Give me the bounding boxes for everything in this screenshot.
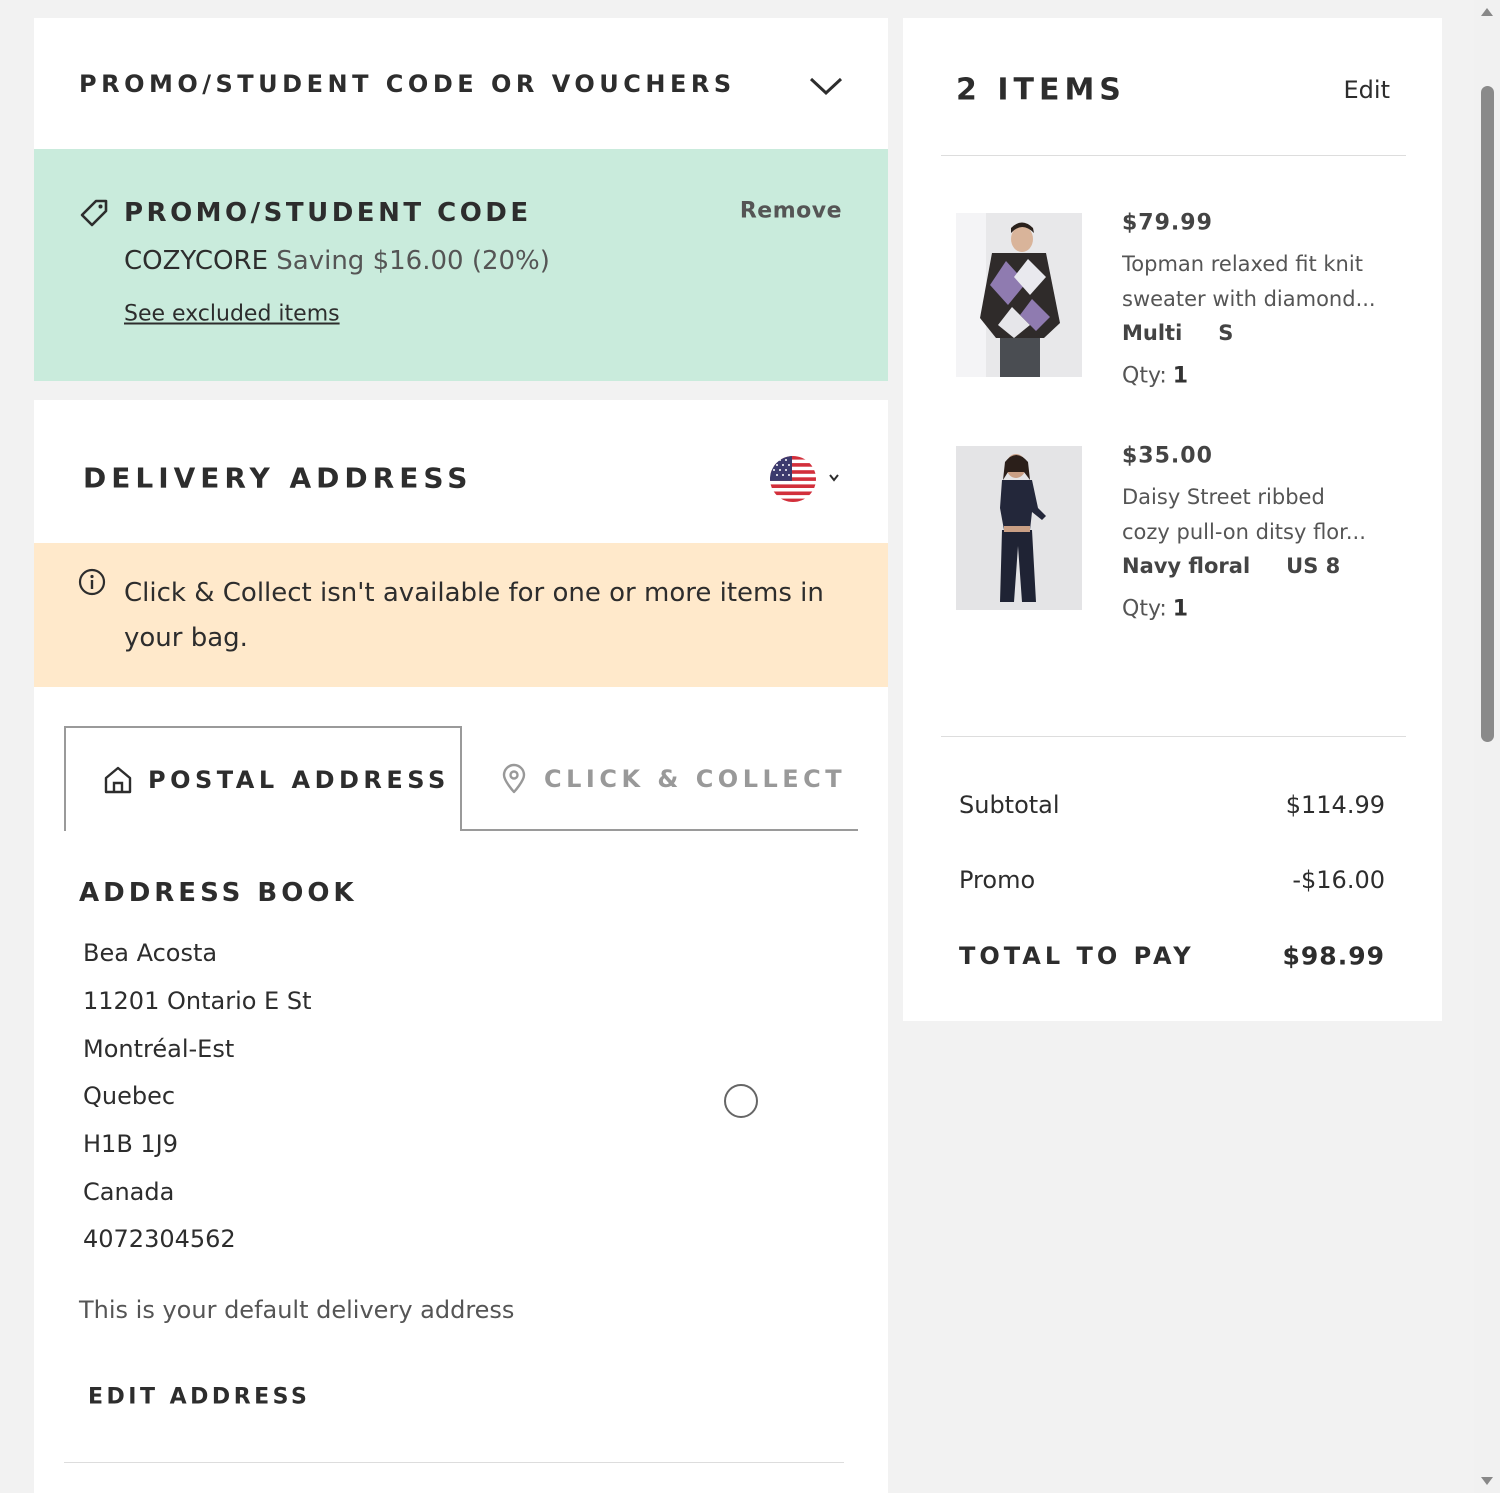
scroll-up-arrow-icon[interactable] (1481, 8, 1493, 16)
item-attributes: Navy floral US 8 (1122, 554, 1340, 578)
address-province: Quebec (83, 1082, 176, 1110)
default-address-note: This is your default delivery address (79, 1296, 515, 1324)
notice-text: Click & Collect isn't available for one … (124, 578, 824, 653)
applied-promo-title: PROMO/STUDENT CODE (124, 198, 532, 228)
item-name-line: sweater with diamond... (1122, 287, 1376, 311)
delivery-address-section: DELIVERY ADDRESS Click & Collect isn't a… (34, 400, 888, 1493)
product-image-pajama-set[interactable] (956, 446, 1082, 610)
divider (941, 155, 1406, 156)
item-color: Navy floral (1122, 554, 1251, 578)
subtotal-value: $114.99 (1285, 791, 1385, 819)
subtotal-label: Subtotal (959, 791, 1060, 819)
promo-section-title: PROMO/STUDENT CODE OR VOUCHERS (79, 70, 736, 98)
address-postal-code: H1B 1J9 (83, 1130, 179, 1158)
item-attributes: Multi S (1122, 321, 1233, 345)
delivery-address-title: DELIVERY ADDRESS (83, 461, 473, 495)
promo-label: Promo (959, 866, 1036, 894)
bag-item: $35.00 Daisy Street ribbed cozy pull-on … (956, 443, 1416, 636)
edit-bag-link[interactable]: Edit (1344, 76, 1390, 104)
tab-postal-address-label: POSTAL ADDRESS (148, 765, 450, 794)
chevron-down-icon[interactable] (808, 75, 844, 97)
item-name-line: Daisy Street ribbed (1122, 485, 1325, 509)
address-book-title: ADDRESS BOOK (79, 878, 358, 908)
edit-address-button[interactable]: EDIT ADDRESS (88, 1385, 310, 1410)
tab-postal-address[interactable]: POSTAL ADDRESS (64, 726, 462, 831)
order-summary: 2 ITEMS Edit $79.99 Topman relaxed fit k… (903, 18, 1442, 1021)
address-city: Montréal-Est (83, 1035, 235, 1063)
tab-click-collect-label: CLICK & COLLECT (544, 764, 847, 793)
click-collect-notice: Click & Collect isn't available for one … (34, 543, 888, 687)
promo-code-section-header[interactable]: PROMO/STUDENT CODE OR VOUCHERS (34, 18, 888, 149)
item-size: S (1218, 321, 1234, 345)
promo-saving: Saving $16.00 (20%) (276, 246, 550, 276)
promo-value: -$16.00 (1292, 866, 1385, 894)
divider (64, 1462, 844, 1463)
country-selector[interactable] (770, 456, 850, 502)
address-country: Canada (83, 1178, 175, 1206)
qty-value: 1 (1172, 363, 1189, 389)
delivery-method-tabs: POSTAL ADDRESS CLICK & COLLECT (64, 726, 858, 831)
item-name-line: cozy pull-on ditsy flor... (1122, 520, 1366, 544)
qty-value: 1 (1172, 596, 1189, 622)
info-icon (78, 568, 106, 596)
product-image-sweater[interactable] (956, 213, 1082, 377)
item-price: $79.99 (1122, 210, 1213, 236)
divider (941, 736, 1406, 737)
address-phone: 4072304562 (83, 1225, 236, 1253)
us-flag-icon (770, 456, 816, 502)
scrollbar-thumb[interactable] (1481, 86, 1494, 742)
item-name[interactable]: Topman relaxed fit knit sweater with dia… (1122, 247, 1412, 317)
qty-label: Qty: (1122, 596, 1167, 622)
address-select-radio[interactable] (724, 1084, 758, 1118)
item-size: US 8 (1286, 554, 1341, 578)
total-label: TOTAL TO PAY (959, 942, 1195, 970)
scroll-down-arrow-icon[interactable] (1481, 1477, 1493, 1485)
bag-item: $79.99 Topman relaxed fit knit sweater w… (956, 210, 1416, 403)
item-quantity: Qty: 1 (1122, 597, 1188, 622)
applied-promo-banner: PROMO/STUDENT CODE Remove COZYCORE Savin… (34, 149, 888, 381)
tab-click-collect[interactable]: CLICK & COLLECT (462, 726, 858, 831)
promo-code-line: COZYCORE Saving $16.00 (20%) (124, 246, 550, 276)
tag-icon (80, 199, 108, 227)
item-price: $35.00 (1122, 443, 1213, 469)
remove-promo-button[interactable]: Remove (740, 199, 842, 224)
page-scrollbar[interactable] (1474, 0, 1500, 1493)
item-name-line: Topman relaxed fit knit (1122, 252, 1363, 276)
address-name: Bea Acosta (83, 939, 218, 967)
item-quantity: Qty: 1 (1122, 364, 1188, 389)
qty-label: Qty: (1122, 363, 1167, 389)
caret-down-icon (829, 474, 839, 482)
address-street: 11201 Ontario E St (83, 987, 312, 1015)
promo-code: COZYCORE (124, 246, 269, 276)
item-name[interactable]: Daisy Street ribbed cozy pull-on ditsy f… (1122, 480, 1412, 550)
home-icon (104, 766, 132, 793)
location-pin-icon (502, 763, 526, 793)
total-value: $98.99 (1282, 941, 1385, 971)
item-color: Multi (1122, 321, 1183, 345)
see-excluded-items-link[interactable]: See excluded items (124, 302, 340, 327)
items-count-title: 2 ITEMS (956, 72, 1126, 108)
